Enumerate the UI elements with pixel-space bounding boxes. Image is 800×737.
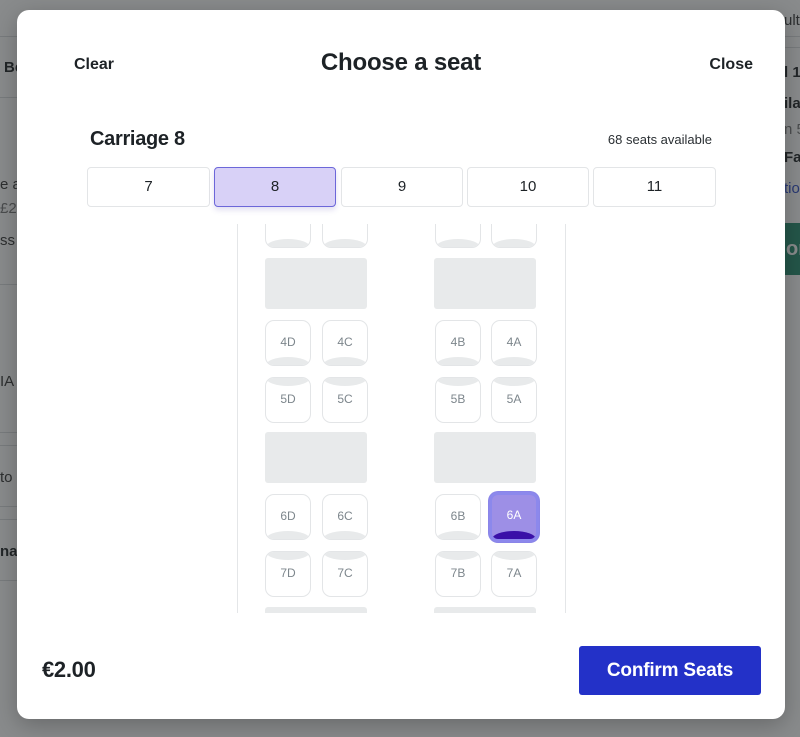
seat-6D[interactable]: 6D [265,494,311,540]
carriage-tab-8[interactable]: 8 [214,167,336,207]
table [434,432,536,483]
seat-4D[interactable]: 4D [265,320,311,366]
seat[interactable] [435,224,481,248]
total-price: €2.00 [42,657,96,682]
seat-cushion [266,531,310,539]
seat-label: 5A [506,392,522,406]
carriage-tab-10[interactable]: 10 [467,167,589,207]
seat-cushion [492,531,536,539]
seat[interactable] [322,224,368,248]
seat-label: 7A [506,566,522,580]
confirm-seats-button[interactable]: Confirm Seats [579,646,761,695]
table [265,432,367,483]
seat-cushion [323,357,367,365]
seats-available-count: 68 seats available [607,132,712,147]
seat-5A[interactable]: 5A [491,377,537,423]
seat-6B[interactable]: 6B [435,494,481,540]
seat-label: 6B [450,509,466,523]
seat-cushion [436,378,480,386]
seat-cushion [266,552,310,560]
close-button[interactable]: Close [709,56,753,74]
seat-cushion [436,531,480,539]
seat-cushion [436,239,480,247]
seat-cushion [266,357,310,365]
seat-5B[interactable]: 5B [435,377,481,423]
seat-7D[interactable]: 7D [265,551,311,597]
modal-title: Choose a seat [320,49,482,76]
seat-cushion [266,378,310,386]
carriage-tab-9[interactable]: 9 [341,167,463,207]
seat-cushion [492,552,536,560]
table [434,607,536,613]
seat[interactable] [491,224,537,248]
seat-label: 4C [337,335,353,349]
seat-cushion [266,239,310,247]
seat-label: 7D [280,566,296,580]
seat-4A[interactable]: 4A [491,320,537,366]
seat-cushion [492,378,536,386]
seat-cushion [436,552,480,560]
seat-label: 6C [337,509,353,523]
seat[interactable] [265,224,311,248]
seat-label: 5C [337,392,353,406]
seat-label: 4B [450,335,466,349]
seat-cushion [323,531,367,539]
seat-cushion [436,357,480,365]
seat-label: 4A [506,335,522,349]
seat-7B[interactable]: 7B [435,551,481,597]
seat-6A-selected[interactable]: 6A [489,492,539,542]
seat-label: 7C [337,566,353,580]
seat-label: 6A [506,508,522,522]
seat-cushion [492,357,536,365]
seat-cushion [323,552,367,560]
seat-label: 5D [280,392,296,406]
seat-label: 6D [280,509,296,523]
seat-7C[interactable]: 7C [322,551,368,597]
seat-4B[interactable]: 4B [435,320,481,366]
seat-4C[interactable]: 4C [322,320,368,366]
seat-cushion [323,378,367,386]
carriage-title: Carriage 8 [90,128,185,150]
seat-5C[interactable]: 5C [322,377,368,423]
table [265,258,367,309]
table [434,258,536,309]
carriage-tab-7[interactable]: 7 [87,167,210,207]
seat-cushion [492,239,536,247]
seat-selection-modal: Clear Choose a seat Close Carriage 8 68 … [17,10,785,719]
seat-7A[interactable]: 7A [491,551,537,597]
seat-cushion [323,239,367,247]
carriage-tabs: 7 8 9 10 11 [87,167,716,207]
carriage-tab-11[interactable]: 11 [593,167,716,207]
seat-label: 4D [280,335,296,349]
seat-map[interactable]: 4D 4C 4B 4A 5D 5C 5B 5A 6D 6C 6B 6A 7D 7… [237,224,566,613]
seat-5D[interactable]: 5D [265,377,311,423]
seat-label: 5B [450,392,466,406]
seat-label: 7B [450,566,466,580]
table [265,607,367,613]
seat-6C[interactable]: 6C [322,494,368,540]
